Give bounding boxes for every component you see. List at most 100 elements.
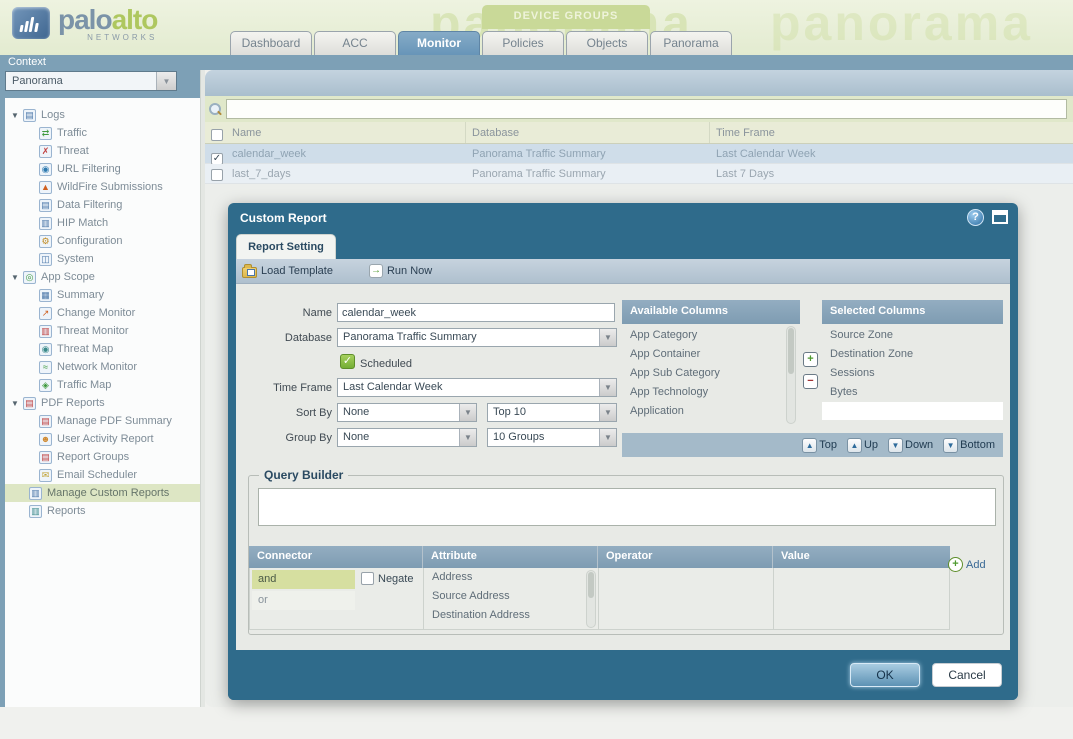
attribute-scrollbar[interactable] — [586, 570, 596, 628]
search-icon[interactable] — [209, 103, 222, 116]
sidebar-item-threat[interactable]: Threat — [5, 142, 200, 160]
sidebar-item-change-monitor[interactable]: Change Monitor — [5, 304, 200, 322]
list-item[interactable]: App Sub Category — [622, 364, 782, 383]
sidebar-item-summary[interactable]: Summary — [5, 286, 200, 304]
tab-acc[interactable]: ACC — [314, 31, 396, 55]
scheduled-checkbox[interactable] — [340, 354, 355, 369]
list-item[interactable]: App Category — [622, 326, 782, 345]
sidebar-item-label: HIP Match — [57, 217, 108, 229]
sidebar-item-traffic-map[interactable]: Traffic Map — [5, 376, 200, 394]
chevron-down-icon[interactable] — [459, 429, 476, 446]
collapse-arrow-icon[interactable] — [11, 111, 23, 120]
query-input[interactable] — [258, 488, 996, 526]
sidebar-item-url-filtering[interactable]: URL Filtering — [5, 160, 200, 178]
column-header-time-frame[interactable]: Time Frame — [716, 122, 775, 144]
sidebar-item-configuration[interactable]: Configuration — [5, 232, 200, 250]
name-field[interactable] — [337, 303, 615, 322]
sidebar-item-reports[interactable]: Reports — [5, 502, 200, 520]
column-header-name[interactable]: Name — [232, 122, 261, 144]
table-row[interactable]: calendar_week Panorama Traffic Summary L… — [205, 144, 1073, 164]
report-name-link[interactable]: calendar_week — [232, 144, 306, 164]
list-item[interactable]: Destination Zone — [822, 345, 1003, 364]
sidebar-item-wildfire-submissions[interactable]: WildFire Submissions — [5, 178, 200, 196]
scheduled-label: Scheduled — [360, 354, 412, 374]
add-column-button[interactable]: + — [803, 352, 818, 367]
chevron-down-icon[interactable] — [599, 404, 616, 421]
sidebar-item-label: Network Monitor — [57, 361, 137, 373]
available-columns-scrollbar[interactable] — [786, 326, 796, 424]
list-item[interactable]: Source Zone — [822, 326, 1003, 345]
sidebar-item-network-monitor[interactable]: Network Monitor — [5, 358, 200, 376]
sidebar-item-system[interactable]: System — [5, 250, 200, 268]
time-frame-dropdown[interactable]: Last Calendar Week — [337, 378, 617, 397]
chevron-down-icon[interactable] — [599, 379, 616, 396]
tab-dashboard[interactable]: Dashboard — [230, 31, 312, 55]
move-bottom-button[interactable]: Bottom — [943, 438, 995, 453]
change-monitor-icon — [39, 307, 52, 320]
attribute-option[interactable]: Address — [424, 568, 598, 587]
cancel-button[interactable]: Cancel — [932, 663, 1002, 687]
help-icon[interactable] — [967, 209, 984, 226]
group-by-dropdown[interactable]: None — [337, 428, 477, 447]
add-rule-button[interactable]: Add — [948, 557, 986, 572]
negate-checkbox[interactable] — [361, 572, 374, 585]
sidebar-item-threat-map[interactable]: Threat Map — [5, 340, 200, 358]
ok-button[interactable]: OK — [850, 663, 920, 687]
sidebar-item-app-scope[interactable]: App Scope — [5, 268, 200, 286]
chevron-down-icon[interactable] — [599, 429, 616, 446]
tab-policies[interactable]: Policies — [482, 31, 564, 55]
sidebar-item-data-filtering[interactable]: Data Filtering — [5, 196, 200, 214]
tab-panorama[interactable]: Panorama — [650, 31, 732, 55]
threat-map-icon — [39, 343, 52, 356]
group-by-limit-dropdown[interactable]: 10 Groups — [487, 428, 617, 447]
column-header-database[interactable]: Database — [472, 122, 519, 144]
manage-pdf-summary-icon — [39, 415, 52, 428]
collapse-arrow-icon[interactable] — [11, 273, 23, 282]
load-template-button[interactable]: Load Template — [242, 265, 333, 278]
remove-column-button[interactable]: − — [803, 374, 818, 389]
chevron-down-icon[interactable] — [599, 329, 616, 346]
select-all-checkbox[interactable] — [211, 129, 223, 141]
report-name-link[interactable]: last_7_days — [232, 164, 291, 184]
connector-option-or[interactable]: or — [252, 591, 355, 610]
sidebar-item-user-activity-report[interactable]: User Activity Report — [5, 430, 200, 448]
chevron-down-icon[interactable] — [459, 404, 476, 421]
sort-by-limit-dropdown[interactable]: Top 10 — [487, 403, 617, 422]
sidebar-item-threat-monitor[interactable]: Threat Monitor — [5, 322, 200, 340]
list-item[interactable]: Application — [622, 402, 782, 421]
chevron-down-icon[interactable] — [156, 72, 176, 90]
sort-by-dropdown[interactable]: None — [337, 403, 477, 422]
available-columns-header: Available Columns — [622, 300, 800, 324]
move-top-button[interactable]: Top — [802, 438, 837, 453]
sidebar-item-report-groups[interactable]: Report Groups — [5, 448, 200, 466]
tab-report-setting[interactable]: Report Setting — [236, 234, 336, 259]
attribute-option[interactable]: Destination Address — [424, 606, 598, 625]
list-item[interactable]: App Technology — [622, 383, 782, 402]
list-item[interactable]: Bytes — [822, 383, 1003, 402]
window-icon[interactable] — [992, 210, 1008, 224]
table-row[interactable]: last_7_days Panorama Traffic Summary Las… — [205, 164, 1073, 184]
connector-option-and[interactable]: and — [252, 570, 355, 589]
move-down-button[interactable]: Down — [888, 438, 933, 453]
sidebar-item-pdf-reports[interactable]: PDF Reports — [5, 394, 200, 412]
tab-objects[interactable]: Objects — [566, 31, 648, 55]
search-input[interactable] — [226, 99, 1067, 119]
list-item[interactable]: Sessions — [822, 364, 1003, 383]
attribute-option[interactable]: Source Address — [424, 587, 598, 606]
list-item[interactable]: App Container — [622, 345, 782, 364]
sidebar-item-traffic[interactable]: Traffic — [5, 124, 200, 142]
move-up-button[interactable]: Up — [847, 438, 878, 453]
sidebar-item-manage-custom-reports[interactable]: Manage Custom Reports — [5, 484, 200, 502]
tab-monitor[interactable]: Monitor — [398, 31, 480, 55]
collapse-arrow-icon[interactable] — [11, 399, 23, 408]
sidebar-item-hip-match[interactable]: HIP Match — [5, 214, 200, 232]
sidebar-item-email-scheduler[interactable]: Email Scheduler — [5, 466, 200, 484]
sidebar-item-manage-pdf-summary[interactable]: Manage PDF Summary — [5, 412, 200, 430]
database-dropdown[interactable]: Panorama Traffic Summary — [337, 328, 617, 347]
empty-column-slot[interactable] — [822, 402, 1003, 420]
row-checkbox[interactable] — [211, 169, 223, 181]
run-now-button[interactable]: Run Now — [369, 264, 432, 278]
sidebar-item-logs[interactable]: Logs — [5, 106, 200, 124]
panorama-watermark: panorama — [770, 0, 1033, 52]
context-dropdown[interactable]: Panorama — [5, 71, 177, 91]
